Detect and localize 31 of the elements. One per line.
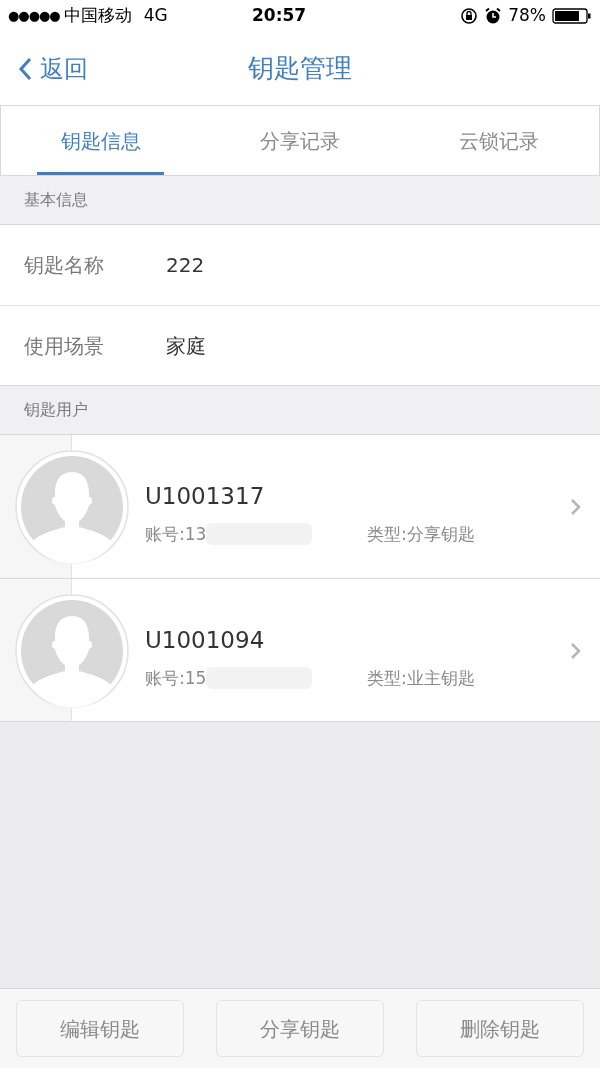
- section-header: 基本信息: [24, 189, 88, 211]
- tab[interactable]: 云锁记录: [399, 106, 599, 175]
- user-name: U1001094: [145, 626, 265, 655]
- chevron-right-icon[interactable]: [570, 498, 582, 516]
- field-label: 钥匙名称: [24, 252, 105, 279]
- clock: 20:57: [252, 4, 307, 28]
- battery-icon: [552, 7, 592, 25]
- action-button[interactable]: 编辑钥匙: [16, 1000, 184, 1057]
- network-type: 4G: [143, 4, 168, 28]
- battery-percent: 78%: [508, 4, 546, 28]
- field-value: 家庭: [166, 332, 206, 360]
- alarm-icon: [484, 7, 503, 25]
- key-type: 类型:业主钥匙: [367, 666, 475, 690]
- signal-dots: ●●●●●: [8, 7, 60, 26]
- key-type: 类型:分享钥匙: [367, 522, 475, 546]
- user-name: U1001317: [145, 482, 265, 511]
- back-chevron-icon: [18, 56, 32, 81]
- tab[interactable]: 钥匙信息: [1, 106, 201, 175]
- chevron-right-icon[interactable]: [570, 642, 582, 660]
- field-value: 222: [166, 252, 205, 279]
- action-button[interactable]: 分享钥匙: [216, 1000, 384, 1057]
- section-header: 钥匙用户: [24, 399, 88, 421]
- page-title: 钥匙管理: [248, 52, 352, 85]
- carrier-name: 中国移动: [63, 4, 132, 28]
- field-label: 使用场景: [24, 332, 105, 360]
- action-button[interactable]: 删除钥匙: [416, 1000, 584, 1057]
- back-button[interactable]: 返回: [18, 50, 88, 87]
- account-number: 账号:15: [145, 666, 207, 690]
- tab[interactable]: 分享记录: [200, 106, 400, 175]
- rotation-lock-icon: [460, 7, 479, 25]
- account-number: 账号:13: [145, 522, 207, 546]
